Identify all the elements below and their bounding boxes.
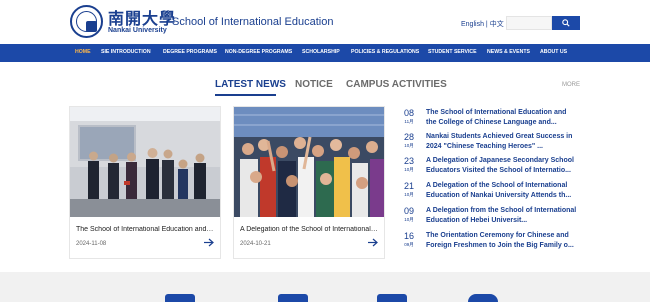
nav-item-about-us[interactable]: ABOUT US (540, 49, 567, 55)
more-link[interactable]: MORE (562, 82, 580, 88)
news-card-title[interactable]: The School of International Education an… (76, 226, 214, 233)
news-day: 16 (403, 231, 414, 241)
document-icon[interactable] (278, 294, 308, 302)
language-switcher: English | 中文 (461, 19, 504, 29)
book-icon[interactable] (377, 294, 407, 302)
news-card[interactable]: A Delegation of the School of Internatio… (233, 106, 385, 259)
arrow-right-icon[interactable] (368, 238, 378, 247)
news-month: 10月 (404, 192, 414, 197)
news-headline[interactable]: A Delegation of the School of Internatio… (426, 181, 578, 201)
news-month: 11月 (404, 119, 414, 124)
tab-latest-news[interactable]: LATEST NEWS (215, 79, 286, 90)
news-headline[interactable]: The School of International Education an… (426, 108, 578, 128)
news-day: 09 (403, 206, 414, 216)
news-list-item[interactable]: 28 10月 Nankai Students Achieved Great Su… (398, 132, 582, 154)
nav-item-student-service[interactable]: STUDENT SERVICE (428, 49, 477, 55)
news-list-item[interactable]: 21 10月 A Delegation of the School of Int… (398, 181, 582, 203)
news-photo-crowd[interactable] (234, 107, 384, 217)
nav-item-news-events[interactable]: NEWS & EVENTS (487, 49, 530, 55)
nav-item-non-degree-programs[interactable]: NON-DEGREE PROGRAMS (225, 49, 292, 55)
news-card-date: 2024-10-21 (240, 241, 271, 247)
quick-links-section (0, 272, 650, 302)
monitor-icon[interactable] (165, 294, 195, 302)
news-list-item[interactable]: 08 11月 The School of International Educa… (398, 108, 582, 130)
news-list-item[interactable]: 09 10月 A Delegation from the School of I… (398, 206, 582, 228)
tab-campus-activities[interactable]: CAMPUS ACTIVITIES (346, 79, 447, 90)
news-headline[interactable]: A Delegation of Japanese Secondary Schoo… (426, 156, 578, 176)
news-card[interactable]: The School of International Education an… (69, 106, 221, 259)
university-seal-logo[interactable] (70, 5, 103, 38)
news-day: 08 (403, 108, 414, 118)
arrow-right-icon[interactable] (204, 238, 214, 247)
news-month: 09月 (404, 242, 414, 247)
news-headline[interactable]: Nankai Students Achieved Great Success i… (426, 132, 578, 152)
logo-chinese-name[interactable]: 南開大學 (108, 5, 176, 29)
lang-english-link[interactable]: English (461, 21, 484, 28)
search-icon (562, 19, 570, 27)
site-header: 南開大學 Nankai University School of Interna… (0, 0, 650, 44)
news-card-title[interactable]: A Delegation of the School of Internatio… (240, 226, 378, 233)
news-list-item[interactable]: 16 09月 The Orientation Ceremony for Chin… (398, 231, 582, 253)
news-day: 23 (403, 156, 414, 166)
news-month: 10月 (404, 217, 414, 222)
news-list-item[interactable]: 23 10月 A Delegation of Japanese Secondar… (398, 156, 582, 178)
active-tab-underline (215, 94, 276, 96)
nav-item-home[interactable]: HOME (75, 49, 91, 55)
nav-item-degree-programs[interactable]: DEGREE PROGRAMS (163, 49, 217, 55)
lang-separator: | (485, 21, 488, 28)
site-title[interactable]: School of International Education (172, 16, 333, 28)
news-photo-meeting[interactable] (70, 107, 220, 217)
news-headline[interactable]: A Delegation from the School of Internat… (426, 206, 578, 226)
search-input[interactable] (506, 16, 552, 30)
search-button[interactable] (552, 16, 580, 30)
news-headline[interactable]: The Orientation Ceremony for Chinese and… (426, 231, 578, 251)
main-navigation: HOME SIE INTRODUCTION DEGREE PROGRAMS NO… (0, 44, 650, 62)
nav-item-scholarship[interactable]: SCHOLARSHIP (302, 49, 340, 55)
logo-english-name[interactable]: Nankai University (108, 27, 167, 34)
lang-chinese-link[interactable]: 中文 (490, 21, 504, 28)
news-month: 10月 (404, 167, 414, 172)
nav-item-sie-introduction[interactable]: SIE INTRODUCTION (101, 49, 151, 55)
news-month: 10月 (404, 143, 414, 148)
user-icon[interactable] (468, 294, 498, 302)
news-day: 21 (403, 181, 414, 191)
news-day: 28 (403, 132, 414, 142)
tab-notice[interactable]: NOTICE (295, 79, 333, 90)
nav-item-policies-regulations[interactable]: POLICIES & REGULATIONS (351, 49, 419, 55)
news-card-date: 2024-11-08 (76, 241, 107, 247)
